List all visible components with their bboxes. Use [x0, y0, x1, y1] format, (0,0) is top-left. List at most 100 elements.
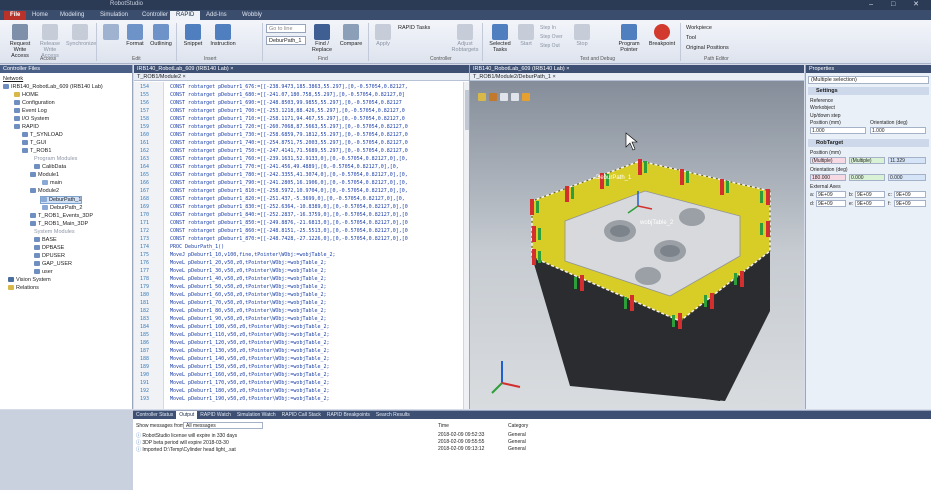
tree-main-3dp[interactable]: T_ROB1_Main_3DP — [30, 221, 88, 227]
code-line[interactable]: CONST robtarget pDeburr1_820:=[[-251.437… — [170, 196, 405, 202]
selection-combo[interactable]: (Multiple selection) — [808, 76, 929, 84]
tree-io-system[interactable]: I/O System — [14, 116, 49, 122]
ext-a-field[interactable]: 9E+09 — [816, 191, 846, 198]
synchronize-button[interactable]: Synchronize — [66, 24, 96, 47]
code-line[interactable]: MoveL pDeburr1_70,v50,z0,tPointer\WObj:=… — [170, 300, 327, 306]
code-line[interactable]: MoveL pDeburr1_20,v50,z0,tPointer\WObj:=… — [170, 260, 327, 266]
tab-simulation[interactable]: Simulation — [94, 11, 134, 20]
output-row-3[interactable]: ⓘ Imported D:\Temp\Cylinder head light_.… — [136, 446, 236, 453]
window-controls[interactable]: – □ ✕ — [869, 0, 927, 8]
tree-module2[interactable]: Module2 — [30, 188, 59, 194]
code-line[interactable]: CONST robtarget pDeburr1_840:=[[-252.283… — [170, 212, 408, 218]
reference-value[interactable]: Workobject — [810, 105, 835, 111]
format-button[interactable]: Format — [123, 24, 147, 47]
output-row-2[interactable]: ⓘ 3DP beta period will expire 2018-03-30 — [136, 439, 229, 446]
code-line[interactable]: MoveL pDeburr1_110,v50,z0,tPointer\WObj:… — [170, 332, 330, 338]
tree-base[interactable]: BASE — [34, 237, 57, 243]
tab-output[interactable]: Output — [176, 411, 198, 419]
goto-line-input[interactable]: Go to line — [266, 24, 306, 33]
find-replace-button[interactable]: Find / Replace — [308, 24, 336, 53]
procedure-combo[interactable]: DeburPath_1 — [266, 36, 306, 45]
tree-dpbase[interactable]: DPBASE — [34, 245, 64, 251]
tool-button[interactable]: Tool — [686, 35, 696, 41]
code-line[interactable]: CONST robtarget pDeburr1_720:=[[-260.706… — [170, 124, 408, 130]
code-line[interactable]: CONST robtarget pDeburr1_860:=[[-248.815… — [170, 228, 408, 234]
tab-rapid-breakpoints[interactable]: RAPID Breakpoints — [324, 411, 373, 419]
code-line[interactable]: MoveL pDeburr1_40,v50,z0,tPointer\WObj:=… — [170, 276, 327, 282]
snippet-button[interactable]: Snippet — [180, 24, 206, 47]
tree-gap-user[interactable]: GAP_USER — [34, 261, 72, 267]
tree-relations[interactable]: Relations — [8, 285, 39, 291]
orientation-y-field[interactable]: 0.000 — [849, 174, 885, 181]
tree-deburpath-2[interactable]: DeburPath_2 — [42, 205, 82, 211]
code-line[interactable]: CONST robtarget pDeburr1_730:=[[-258.685… — [170, 132, 408, 138]
tab-wobbly[interactable]: Wobbly — [236, 11, 268, 20]
code-line[interactable]: MoveL pDeburr1_130,v50,z0,tPointer\WObj:… — [170, 348, 330, 354]
orientation-z-field[interactable]: 0.000 — [888, 174, 926, 181]
code-line[interactable]: MoveL pDeburr1_140,v50,z0,tPointer\WObj:… — [170, 356, 330, 362]
code-line[interactable]: MoveL pDeburr1_100,v50,z0,tPointer\WObj:… — [170, 324, 330, 330]
code-line[interactable]: CONST robtarget pDeburr1_740:=[[-254.875… — [170, 140, 408, 146]
code-line[interactable]: CONST robtarget pDeburr1_810:=[[-258.597… — [170, 188, 408, 194]
selected-tasks-button[interactable]: Selected Tasks — [486, 24, 514, 53]
tree-events-3dp[interactable]: T_ROB1_Events_3DP — [30, 213, 93, 219]
tree-controller[interactable]: IRB140_RobotLab_609 (IRB140 Lab) — [3, 84, 103, 90]
step-over-button[interactable]: Step Over — [540, 34, 563, 40]
robtarget-section[interactable]: RobTarget — [808, 139, 929, 147]
tree-event-log[interactable]: Event Log — [14, 108, 47, 114]
code-line[interactable]: MoveJ pDeburr1_10,v100,fine,tPointer\WOb… — [170, 252, 336, 258]
code-line[interactable]: MoveL pDeburr1_180,v50,z0,tPointer\WObj:… — [170, 388, 330, 394]
tab-rapid-call-stack[interactable]: RAPID Call Stack — [279, 411, 324, 419]
compare-button[interactable]: Compare — [338, 24, 364, 47]
code-line[interactable]: MoveL pDeburr1_170,v50,z0,tPointer\WObj:… — [170, 380, 330, 386]
tree-t-gui[interactable]: T_GUI — [22, 140, 46, 146]
scrollbar-thumb[interactable] — [465, 90, 469, 130]
code-line[interactable]: CONST robtarget pDeburr1_780:=[[-242.335… — [170, 172, 408, 178]
apply-button[interactable]: Apply — [372, 24, 394, 47]
code-line[interactable]: CONST robtarget pDeburr1_870:=[[-248.742… — [170, 236, 408, 242]
tree-t-synload[interactable]: T_SYNLOAD — [22, 132, 63, 138]
tab-simulation-watch[interactable]: Simulation Watch — [234, 411, 279, 419]
editor-module-tab[interactable]: T_ROB1/Module2 × — [134, 73, 469, 81]
tree-main[interactable]: main — [42, 180, 62, 186]
code-line[interactable]: CONST robtarget pDeburr1_700:=[[-253.121… — [170, 108, 405, 114]
code-line[interactable]: PROC DeburPath_1() — [170, 244, 224, 250]
tree-rapid[interactable]: RAPID — [14, 124, 39, 130]
code-line[interactable]: CONST robtarget pDeburr1_750:=[[-247.414… — [170, 148, 408, 154]
code-line[interactable]: MoveL pDeburr1_190,v50,z0,tPointer\WObj:… — [170, 396, 330, 402]
outlining-button[interactable]: Outlining — [148, 24, 174, 47]
orientation-x-field[interactable]: 180.000 — [810, 174, 846, 181]
code-line[interactable]: CONST robtarget pDeburr1_850:=[[-249.887… — [170, 220, 408, 226]
tree-module1[interactable]: Module1 — [30, 172, 59, 178]
code-line[interactable]: CONST robtarget pDeburr1_676:=[[-238.947… — [170, 84, 408, 90]
editor-scrollbar[interactable] — [463, 82, 469, 409]
ext-b-field[interactable]: 9E+09 — [855, 191, 885, 198]
position-y-field[interactable]: (Multiple) — [849, 157, 885, 164]
paste-button[interactable] — [100, 24, 122, 41]
ext-d-field[interactable]: 9E+09 — [816, 200, 846, 207]
tree-vision-system[interactable]: Vision System — [8, 277, 51, 283]
code-line[interactable]: CONST robtarget pDeburr1_760:=[[-239.163… — [170, 156, 408, 162]
instruction-button[interactable]: Instruction — [207, 24, 239, 47]
request-write-access-button[interactable]: Request Write Access — [6, 24, 34, 59]
start-button[interactable]: Start — [516, 24, 536, 47]
tree-t-rob1[interactable]: T_ROB1 — [22, 148, 51, 154]
tab-search-results[interactable]: Search Results — [373, 411, 413, 419]
code-line[interactable]: CONST robtarget pDeburr1_680:=[[-241.07,… — [170, 92, 405, 98]
tree-configuration[interactable]: Configuration — [14, 100, 55, 106]
code-line[interactable]: MoveL pDeburr1_150,v50,z0,tPointer\WObj:… — [170, 364, 330, 370]
tab-add-ins[interactable]: Add-Ins — [200, 11, 233, 20]
step-in-button[interactable]: Step In — [540, 25, 556, 31]
tree-deburpath-1[interactable]: DeburPath_1 — [40, 196, 83, 204]
release-write-access-button[interactable]: Release Write Access — [36, 24, 64, 59]
code-line[interactable]: MoveL pDeburr1_80,v50,z0,tPointer\WObj:=… — [170, 308, 327, 314]
code-line[interactable]: CONST robtarget pDeburr1_830:=[[-252.636… — [170, 204, 408, 210]
filter-combo[interactable]: All messages — [183, 422, 263, 429]
tab-modeling[interactable]: Modeling — [54, 11, 90, 20]
tab-rapid[interactable]: RAPID — [170, 11, 201, 20]
code-line[interactable]: CONST robtarget pDeburr1_770:=[[-241.456… — [170, 164, 399, 170]
step-out-button[interactable]: Step Out — [540, 43, 560, 49]
code-line[interactable]: MoveL pDeburr1_30,v50,z0,tPointer\WObj:=… — [170, 268, 327, 274]
3d-scene[interactable] — [470, 81, 804, 409]
tab-controller-status[interactable]: Controller Status — [133, 411, 176, 419]
